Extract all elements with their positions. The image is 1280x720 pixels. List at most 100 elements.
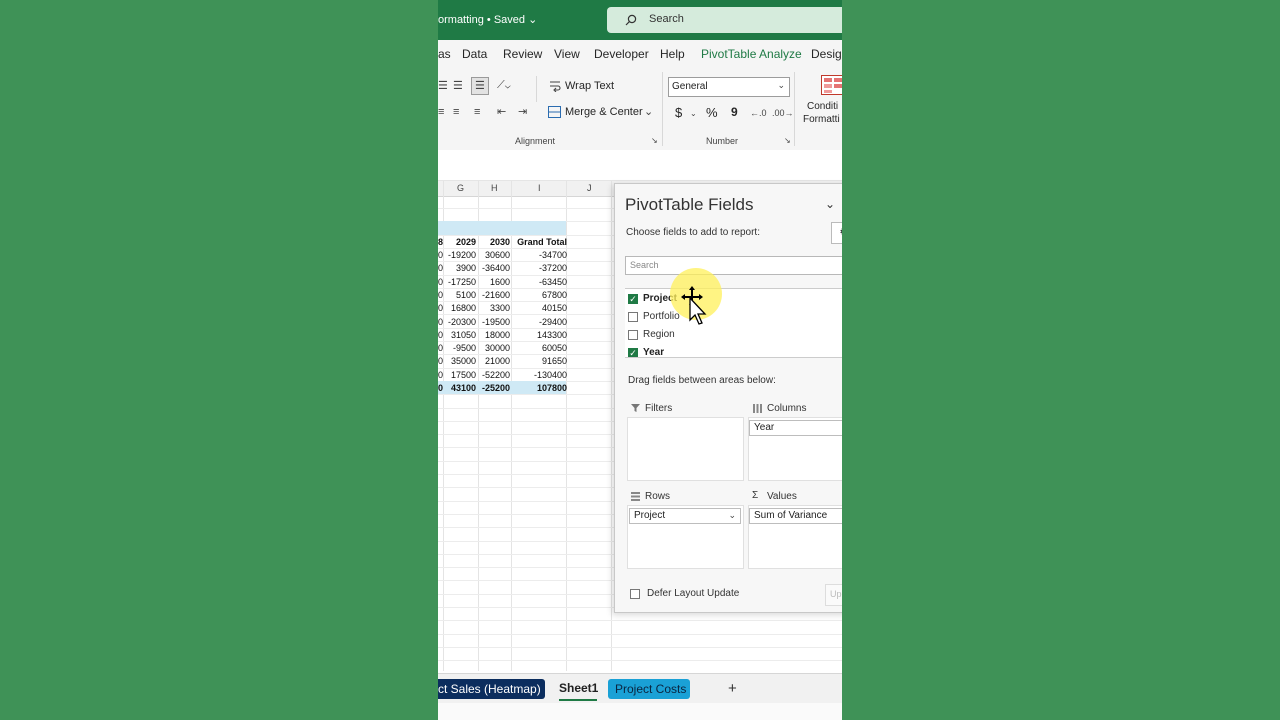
filters-drop-area[interactable]	[627, 417, 744, 481]
wrap-text-icon[interactable]	[549, 80, 561, 92]
menu-data[interactable]: Data	[462, 47, 487, 61]
field-item-portfolio[interactable]: Portfolio	[628, 311, 842, 325]
pivot-value-cell[interactable]: 18000	[478, 330, 510, 340]
checkbox-unchecked-icon[interactable]	[628, 312, 638, 322]
pivot-value-cell[interactable]: -36400	[478, 263, 510, 273]
menu-formulas[interactable]: as	[438, 47, 451, 61]
column-header-j[interactable]: J	[587, 183, 592, 193]
pivot-value-cell[interactable]: 17500	[443, 370, 476, 380]
values-field-sum-of-variance[interactable]: Sum of Variance	[749, 508, 842, 524]
wrap-text-button[interactable]: Wrap Text	[565, 80, 614, 92]
pivot-value-cell[interactable]: 30000	[478, 343, 510, 353]
pivot-header-cell[interactable]: Grand Total	[511, 237, 567, 247]
column-header-h[interactable]: H	[491, 183, 498, 193]
pivot-value-cell[interactable]: 91650	[511, 356, 567, 366]
percent-button[interactable]: %	[706, 105, 718, 120]
currency-button[interactable]: $	[675, 105, 682, 120]
top-align-icon[interactable]: ☰	[438, 80, 448, 92]
menu-view[interactable]: View	[554, 47, 580, 61]
checkbox-unchecked-icon[interactable]	[628, 330, 638, 340]
middle-align-icon[interactable]: ☰	[453, 80, 463, 92]
pivot-value-cell[interactable]: 31050	[443, 330, 476, 340]
menu-help[interactable]: Help	[660, 47, 685, 61]
rows-field-project[interactable]: Project ⌄	[629, 508, 741, 524]
grand-total-cell[interactable]: 107800	[511, 383, 567, 393]
column-header-i[interactable]: I	[538, 183, 541, 193]
menu-developer[interactable]: Developer	[594, 47, 649, 61]
sheet-tab-sheet1[interactable]: Sheet1	[559, 679, 598, 701]
pivot-value-cell[interactable]: -21600	[478, 290, 510, 300]
pivot-header-cell[interactable]: 2029	[443, 237, 476, 247]
update-button[interactable]: Up	[825, 584, 842, 606]
document-title[interactable]: ormatting • Saved ⌄	[438, 13, 537, 26]
column-header-g[interactable]: G	[457, 183, 464, 193]
comma-button[interactable]: 9	[731, 105, 738, 119]
gear-icon[interactable]: ⚙	[831, 222, 842, 244]
number-launcher-icon[interactable]: ↘	[784, 135, 791, 147]
columns-field-year[interactable]: Year	[749, 420, 842, 436]
pivot-value-cell[interactable]: 21000	[478, 356, 510, 366]
pivot-value-cell[interactable]: 3900	[443, 263, 476, 273]
pivot-value-cell[interactable]: -52200	[478, 370, 510, 380]
pivot-value-cell[interactable]: 60050	[511, 343, 567, 353]
align-center-icon[interactable]: ≡	[453, 106, 459, 118]
pivottable-fields-pane: PivotTable Fields ⌄ Choose fields to add…	[614, 183, 842, 613]
grand-total-cell[interactable]: 43100	[443, 383, 476, 393]
sheet-tab-product-sales-heatmap[interactable]: ct Sales (Heatmap)	[438, 679, 545, 699]
pivot-value-cell[interactable]: -19200	[443, 250, 476, 260]
chevron-down-icon[interactable]: ⌄	[728, 510, 736, 521]
pivot-value-cell[interactable]: 40150	[511, 303, 567, 313]
pivot-value-cell[interactable]: 67800	[511, 290, 567, 300]
conditional-formatting-icon[interactable]	[821, 75, 842, 95]
sheet-tab-project-costs[interactable]: Project Costs	[608, 679, 690, 699]
pivot-value-cell[interactable]: 30600	[478, 250, 510, 260]
pivot-value-cell[interactable]: -34700	[511, 250, 567, 260]
orientation-icon[interactable]: ⟋⌄	[497, 79, 511, 91]
search-box[interactable]: Search	[607, 7, 842, 33]
conditional-formatting-label-1[interactable]: Conditi	[807, 101, 838, 112]
menu-design[interactable]: Design	[811, 47, 842, 61]
decrease-indent-icon[interactable]: ⇤	[497, 106, 506, 118]
pivot-value-cell[interactable]: -20300	[443, 317, 476, 327]
pivot-value-cell[interactable]: 1600	[478, 277, 510, 287]
merge-center-button[interactable]: Merge & Center	[565, 106, 643, 118]
pivot-value-cell[interactable]: -37200	[511, 263, 567, 273]
chevron-down-icon[interactable]: ⌄	[528, 14, 537, 26]
increase-decimal-icon[interactable]: ←.0	[750, 107, 767, 119]
checkbox-unchecked-icon[interactable]	[630, 589, 640, 599]
decrease-decimal-icon[interactable]: .00→	[772, 107, 794, 119]
pivot-value-cell[interactable]: 3300	[478, 303, 510, 313]
menu-review[interactable]: Review	[503, 47, 542, 61]
grand-total-cell[interactable]: -25200	[478, 383, 510, 393]
pivot-value-cell[interactable]: -17250	[443, 277, 476, 287]
field-item-project[interactable]: ✓ Project	[628, 293, 842, 307]
increase-indent-icon[interactable]: ⇥	[518, 106, 527, 118]
chevron-down-icon[interactable]: ⌄	[825, 197, 835, 211]
pivot-value-cell[interactable]: 35000	[443, 356, 476, 366]
pivot-value-cell[interactable]: 16800	[443, 303, 476, 313]
pivot-value-cell[interactable]: -9500	[443, 343, 476, 353]
alignment-launcher-icon[interactable]: ↘	[651, 135, 658, 147]
pivot-value-cell[interactable]: -63450	[511, 277, 567, 287]
conditional-formatting-label-2[interactable]: Formatti	[803, 114, 840, 125]
field-item-region[interactable]: Region	[628, 329, 842, 343]
merge-dropdown-icon[interactable]: ⌄	[644, 106, 653, 118]
pivot-value-cell[interactable]: -19500	[478, 317, 510, 327]
pivot-value-cell[interactable]: 143300	[511, 330, 567, 340]
bottom-align-icon[interactable]: ☰	[471, 77, 489, 95]
align-right-icon[interactable]: ≡	[474, 106, 480, 118]
currency-dropdown-icon[interactable]: ⌄	[690, 108, 697, 120]
number-format-select[interactable]: General ⌄	[668, 77, 790, 97]
checkbox-checked-icon[interactable]: ✓	[628, 348, 638, 357]
merge-icon[interactable]	[548, 106, 561, 118]
checkbox-checked-icon[interactable]: ✓	[628, 294, 638, 304]
pivot-value-cell[interactable]: -130400	[511, 370, 567, 380]
field-item-year[interactable]: ✓ Year	[628, 347, 842, 357]
pivot-value-cell[interactable]: 5100	[443, 290, 476, 300]
field-search-input[interactable]: Search	[625, 256, 842, 275]
align-left-icon[interactable]: ≡	[438, 106, 444, 118]
pivot-header-cell[interactable]: 2030	[478, 237, 510, 247]
menu-pivottable-analyze[interactable]: PivotTable Analyze	[701, 47, 802, 61]
pivot-value-cell[interactable]: -29400	[511, 317, 567, 327]
add-sheet-button[interactable]: +	[728, 680, 737, 697]
